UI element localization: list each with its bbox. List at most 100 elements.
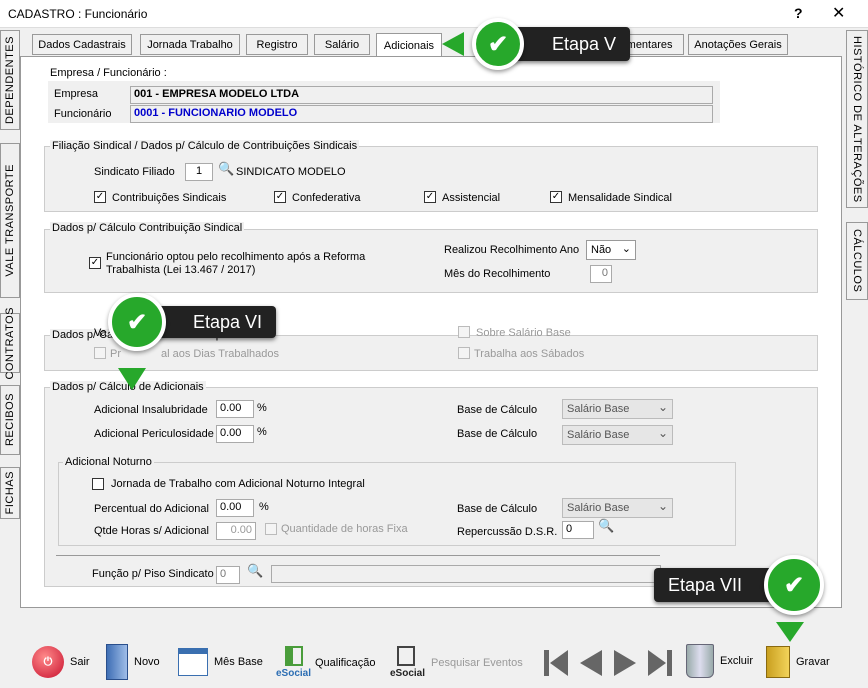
- power-icon: ⏻: [32, 646, 64, 678]
- novo-button[interactable]: Novo: [106, 644, 160, 680]
- tab-dados-cadastrais[interactable]: Dados Cadastrais: [32, 34, 132, 55]
- contrib-title: Dados p/ Cálculo Contribuição Sindical: [50, 222, 245, 234]
- qtde-horas-label: Qtde Horas s/ Adicional: [94, 525, 209, 537]
- sindicato-name: SINDICATO MODELO: [236, 166, 346, 178]
- pesquisar-eventos-label[interactable]: Pesquisar Eventos: [431, 657, 523, 669]
- contrib-sindicais-label: Contribuições Sindicais: [112, 192, 227, 204]
- proporcional-label-start: Pr: [110, 348, 121, 360]
- base-calculo-select-1[interactable]: Salário Base: [562, 399, 673, 419]
- insalubridade-label: Adicional Insalubridade: [94, 404, 208, 416]
- sabados-label: Trabalha aos Sábados: [474, 348, 585, 360]
- assistencial-checkbox[interactable]: ✓: [424, 191, 436, 203]
- percentual-pct: %: [259, 501, 269, 513]
- contrib-sindicais-checkbox[interactable]: ✓: [94, 191, 106, 203]
- next-record-button[interactable]: [612, 648, 638, 678]
- realizou-label: Realizou Recolhimento Ano: [444, 244, 580, 256]
- mensalidade-checkbox[interactable]: ✓: [550, 191, 562, 203]
- jornada-integral-label: Jornada de Trabalho com Adicional Noturn…: [111, 478, 365, 490]
- sobre-salario-label: Sobre Salário Base: [476, 327, 571, 339]
- transporte-va-label: Va: [94, 327, 107, 339]
- tab-adicionais[interactable]: Adicionais: [376, 33, 442, 57]
- base-calculo-select-2[interactable]: Salário Base: [562, 425, 673, 445]
- mensalidade-label: Mensalidade Sindical: [568, 192, 672, 204]
- jornada-integral-checkbox[interactable]: [92, 478, 104, 490]
- qualificacao-button[interactable]: eSocial: [276, 646, 311, 682]
- previous-icon: [580, 650, 602, 676]
- insalubridade-pct: %: [257, 402, 267, 414]
- base-calculo-label-1: Base de Cálculo: [457, 404, 538, 416]
- periculosidade-label: Adicional Periculosidade: [94, 428, 214, 440]
- proporcional-label-end: al aos Dias Trabalhados: [161, 348, 280, 360]
- qtde-horas-input[interactable]: 0.00: [216, 522, 256, 540]
- search-icon[interactable]: 🔍: [218, 161, 234, 177]
- trash-icon: [686, 644, 714, 678]
- search-icon[interactable]: 🔍: [598, 518, 614, 534]
- qtde-fixa-checkbox[interactable]: [265, 523, 277, 535]
- pesquisar-eventos-icon-button[interactable]: eSocial: [390, 646, 425, 682]
- realizou-select[interactable]: Não ⌄: [586, 240, 636, 260]
- sindicato-code-input[interactable]: 1: [185, 163, 213, 181]
- empresa-label: Empresa: [54, 88, 99, 100]
- confederativa-checkbox[interactable]: ✓: [274, 191, 286, 203]
- optou-label-1: Funcionário optou pelo recolhimento após…: [106, 251, 366, 263]
- side-tab-contratos[interactable]: CONTRATOS: [0, 307, 20, 379]
- side-tab-dependentes[interactable]: DEPENDENTES: [0, 30, 20, 130]
- funcao-input[interactable]: 0: [216, 566, 240, 584]
- noturno-title: Adicional Noturno: [63, 456, 154, 468]
- etapa-vii-arrow: [776, 622, 804, 642]
- side-tab-vale-transporte[interactable]: VALE TRANSPORTE: [0, 143, 20, 298]
- previous-record-button[interactable]: [578, 648, 604, 678]
- base-calculo-label-3: Base de Cálculo: [457, 503, 538, 515]
- new-document-icon: [106, 644, 128, 680]
- optou-checkbox[interactable]: ✓: [89, 257, 101, 269]
- last-icon: [648, 650, 672, 676]
- etapa-vi-arrow: [118, 368, 146, 390]
- periculosidade-input[interactable]: 0.00: [216, 425, 254, 443]
- repercussao-label: Repercussão D.S.R.: [457, 526, 558, 538]
- etapa-v-arrow: [442, 32, 464, 56]
- percentual-label: Percentual do Adicional: [94, 503, 209, 515]
- base-calculo-label-2: Base de Cálculo: [457, 428, 538, 440]
- empresa-section-title: Empresa / Funcionário :: [50, 67, 167, 79]
- tab-registro[interactable]: Registro: [246, 34, 308, 55]
- chevron-down-icon: ⌄: [621, 243, 631, 255]
- esocial-icon: [285, 646, 303, 666]
- qtde-fixa-label: Quantidade de horas Fixa: [281, 523, 408, 535]
- last-record-button[interactable]: [646, 648, 674, 678]
- sindicato-label: Sindicato Filiado: [94, 166, 175, 178]
- base-calculo-select-3[interactable]: Salário Base: [562, 498, 673, 518]
- search-icon[interactable]: 🔍: [247, 563, 263, 579]
- empresa-field: 001 - EMPRESA MODELO LTDA: [130, 86, 713, 104]
- funcionario-field: 0001 - FUNCIONARIO MODELO: [130, 105, 713, 123]
- etapa-vi-check-icon: ✔: [108, 293, 166, 351]
- first-record-button[interactable]: [542, 648, 570, 678]
- first-icon: [544, 650, 568, 676]
- side-tab-historico[interactable]: HISTÓRICO DE ALTERAÇÕES: [846, 30, 868, 208]
- help-icon[interactable]: ?: [794, 5, 803, 21]
- side-tab-calculos[interactable]: CÁLCULOS: [846, 222, 868, 300]
- tab-jornada-trabalho[interactable]: Jornada Trabalho: [140, 34, 240, 55]
- side-tab-recibos[interactable]: RECIBOS: [0, 385, 20, 455]
- sair-button[interactable]: ⏻ Sair: [32, 646, 90, 678]
- gravar-button[interactable]: Gravar: [766, 646, 830, 678]
- funcao-label: Função p/ Piso Sindicato: [92, 568, 214, 580]
- next-icon: [614, 650, 636, 676]
- sobre-salario-checkbox[interactable]: [458, 326, 470, 338]
- mes-input[interactable]: 0: [590, 265, 612, 283]
- periculosidade-pct: %: [257, 426, 267, 438]
- funcionario-label: Funcionário: [54, 108, 112, 120]
- qualificacao-label: Qualificação: [315, 657, 376, 669]
- sabados-checkbox[interactable]: [458, 347, 470, 359]
- side-tab-fichas[interactable]: FICHAS: [0, 467, 20, 519]
- assistencial-label: Assistencial: [442, 192, 501, 204]
- excluir-button[interactable]: Excluir: [686, 644, 753, 678]
- insalubridade-input[interactable]: 0.00: [216, 400, 254, 418]
- tab-salario[interactable]: Salário: [314, 34, 370, 55]
- close-icon[interactable]: ✕: [832, 3, 845, 23]
- tab-anotacoes-gerais[interactable]: Anotações Gerais: [688, 34, 788, 55]
- proporcional-checkbox[interactable]: [94, 347, 106, 359]
- percentual-input[interactable]: 0.00: [216, 499, 254, 517]
- window-title: CADASTRO : Funcionário: [8, 7, 148, 21]
- mes-base-button[interactable]: Mês Base: [178, 648, 263, 676]
- repercussao-input[interactable]: 0: [562, 521, 594, 539]
